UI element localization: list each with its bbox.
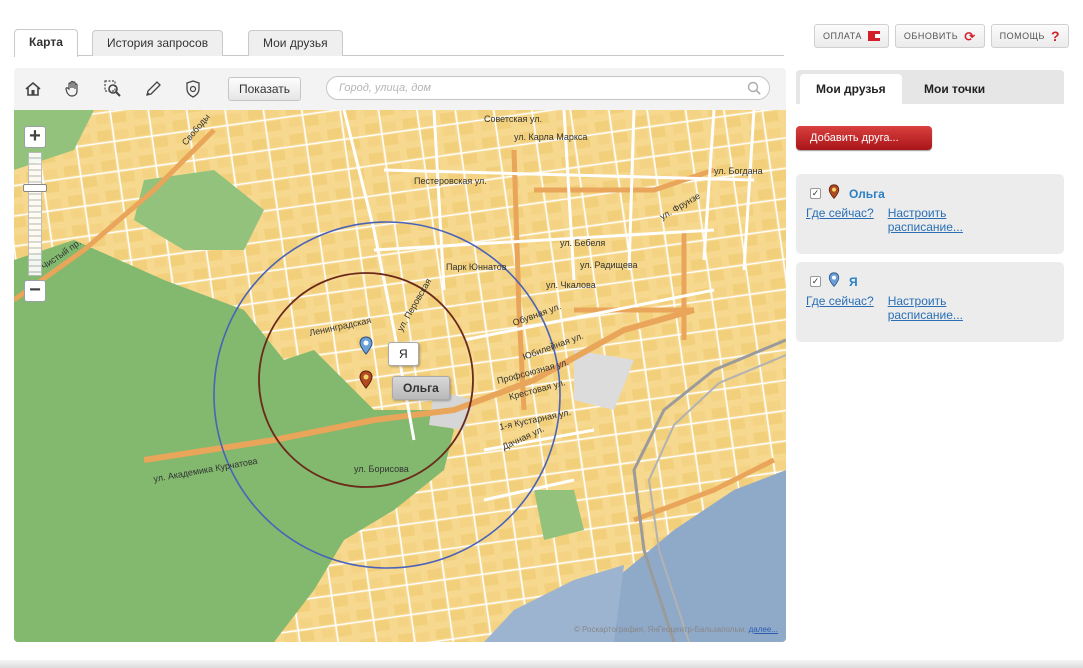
top-actions: ОПЛАТА ОБНОВИТЬ ⟳ ПОМОЩЬ ? <box>814 24 1069 48</box>
marker-olga-text: Ольга <box>403 381 439 395</box>
friends-panel-tabs: Мои друзья Мои точки <box>796 70 1064 104</box>
friend-links: Где сейчас? Настроить расписание... <box>806 206 988 234</box>
marker-me-text: Я <box>399 347 408 361</box>
help-label: ПОМОЩЬ <box>999 31 1045 41</box>
tab-map[interactable]: Карта <box>14 29 78 57</box>
tab-my-points[interactable]: Мои точки <box>908 74 1001 104</box>
show-button[interactable]: Показать <box>228 77 302 101</box>
tab-request-history[interactable]: История запросов <box>92 30 224 56</box>
zoom-control: + − <box>22 126 48 304</box>
where-now-link[interactable]: Где сейчас? <box>806 294 874 322</box>
street-label: ул. Борисова <box>354 464 409 474</box>
friend-visible-checkbox[interactable]: ✓ <box>810 188 821 199</box>
pay-label: ОПЛАТА <box>823 31 862 41</box>
zoom-out-button[interactable]: − <box>24 280 46 302</box>
help-icon: ? <box>1050 28 1060 44</box>
street-label: ул. Чкалова <box>546 280 596 290</box>
refresh-button[interactable]: ОБНОВИТЬ ⟳ <box>894 24 985 48</box>
help-button[interactable]: ПОМОЩЬ ? <box>990 24 1069 48</box>
marker-me-pin-icon[interactable] <box>358 336 374 356</box>
friends-panel: Мои друзья Мои точки <box>796 70 1064 104</box>
street-label: ул. Богдана <box>714 166 763 176</box>
hand-pan-icon[interactable] <box>62 78 84 100</box>
marker-olga-label[interactable]: Ольга <box>392 376 450 400</box>
schedule-link[interactable]: Настроить расписание... <box>888 206 988 234</box>
friend-card-olga: ✓ Ольга Где сейчас? Настроить расписание… <box>796 174 1064 254</box>
zoom-region-icon[interactable] <box>102 78 124 100</box>
street-label: ул. Бебеля <box>560 238 605 248</box>
street-label: Советская ул. <box>484 114 542 124</box>
zoom-slider-handle[interactable] <box>23 184 47 192</box>
friend-name[interactable]: Я <box>849 275 858 289</box>
tab-my-friends[interactable]: Мои друзья <box>248 30 343 56</box>
map-toolbar: Показать <box>14 68 786 110</box>
ruler-pencil-icon[interactable] <box>142 78 164 100</box>
address-search-input[interactable] <box>326 76 770 100</box>
friend-card-header: ✓ Я <box>810 272 858 291</box>
copyright-text: © Роскартография, ЯнГеоцентр-Бальзапольм… <box>573 625 747 634</box>
friend-pin-icon <box>827 184 841 203</box>
friend-visible-checkbox[interactable]: ✓ <box>810 276 821 287</box>
copyright-more-link[interactable]: далее... <box>749 625 778 634</box>
refresh-icon: ⟳ <box>964 28 976 44</box>
friend-pin-icon <box>827 272 841 291</box>
map-view[interactable]: Советская ул. ул. Карла Маркса ул. Богда… <box>14 110 786 642</box>
street-label: ул. Карла Маркса <box>514 132 587 142</box>
map-copyright: © Роскартография, ЯнГеоцентр-Бальзапольм… <box>574 625 778 634</box>
street-label: ул. Радищева <box>580 260 638 270</box>
zoom-in-button[interactable]: + <box>24 126 46 148</box>
tab-my-friends-panel[interactable]: Мои друзья <box>800 74 902 104</box>
bottom-bar <box>0 660 1083 668</box>
pay-icon <box>867 31 880 41</box>
zoom-scale[interactable] <box>28 152 42 276</box>
map-panel: Показать Город, улица, дом Советская ул.… <box>14 68 786 642</box>
shield-area-icon[interactable] <box>182 78 204 100</box>
where-now-link[interactable]: Где сейчас? <box>806 206 874 234</box>
search-icon[interactable] <box>746 80 762 96</box>
friend-links: Где сейчас? Настроить расписание... <box>806 294 988 322</box>
friend-name[interactable]: Ольга <box>849 187 885 201</box>
refresh-label: ОБНОВИТЬ <box>903 31 959 41</box>
friend-card-header: ✓ Ольга <box>810 184 885 203</box>
street-label: Пестеровская ул. <box>414 176 487 186</box>
main-tabs: Карта История запросов Мои друзья <box>14 24 784 57</box>
home-icon[interactable] <box>22 78 44 100</box>
marker-me-label[interactable]: Я <box>388 342 419 366</box>
add-friend-button[interactable]: Добавить друга... <box>796 126 932 150</box>
marker-olga-pin-icon[interactable] <box>358 370 374 390</box>
friend-card-me: ✓ Я Где сейчас? Настроить расписание... <box>796 262 1064 342</box>
schedule-link[interactable]: Настроить расписание... <box>888 294 988 322</box>
street-label: Парк Юннатов <box>446 262 507 272</box>
pay-button[interactable]: ОПЛАТА <box>814 24 889 48</box>
